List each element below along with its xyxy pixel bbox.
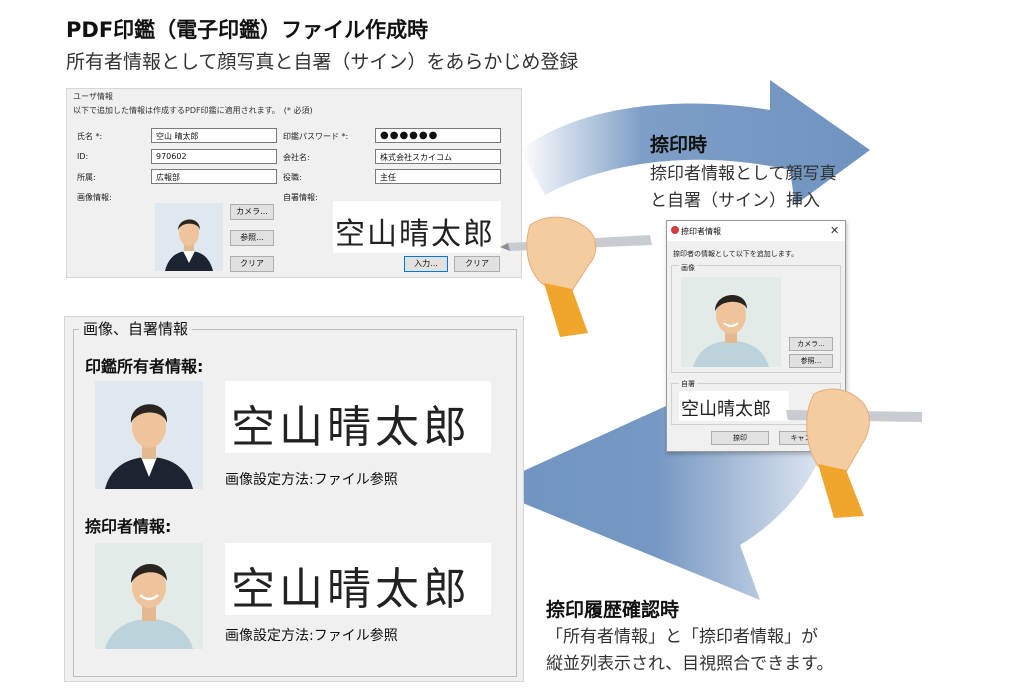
stamp-time-line2: と自署（サイン）挿入 <box>650 191 820 211</box>
dialog-browse-button[interactable]: 参照... <box>789 354 833 368</box>
history-desc: 「所有者情報」と「捺印者情報」が 縦並列表示され、目視照合できます。 <box>546 624 833 678</box>
position-field[interactable]: 主任 <box>375 169 501 184</box>
hand-pen-illustration <box>500 216 652 337</box>
dialog-signature-box: 空山晴太郎 <box>679 391 789 421</box>
history-title: 捺印履歴確認時 <box>546 599 680 621</box>
close-icon[interactable]: ✕ <box>830 224 839 237</box>
image-signature-title: 画像、自署情報 <box>79 318 193 339</box>
signature-info-label: 自署情報: <box>283 193 318 202</box>
image-signature-panel: 画像、自署情報 印鑑所有者情報: 空山晴太郎 画像設定方法:ファイル参照 捺印者… <box>64 316 524 682</box>
user-info-description: 以下で追加した情報は作成するPDF印鑑に適用されます。 (* 必須) <box>73 106 313 115</box>
dialog-titlebar: 捺印者情報 ✕ <box>667 221 845 241</box>
owner-signature-text: 空山晴太郎 <box>231 402 471 453</box>
owner-info-heading: 印鑑所有者情報: <box>85 357 204 376</box>
id-field[interactable]: 970602 <box>151 149 277 164</box>
company-label: 会社名: <box>283 153 310 162</box>
dialog-camera-button[interactable]: カメラ... <box>789 337 833 351</box>
browse-button[interactable]: 参照... <box>230 230 274 246</box>
stamp-icon <box>671 226 679 234</box>
user-info-heading: ユーザ情報 <box>73 92 113 101</box>
clear-signature-button[interactable]: クリア <box>454 256 500 272</box>
camera-button[interactable]: カメラ... <box>230 204 274 220</box>
input-button[interactable]: 入力... <box>404 256 448 272</box>
user-info-panel: ユーザ情報 以下で追加した情報は作成するPDF印鑑に適用されます。 (* 必須)… <box>66 88 522 278</box>
history-line2: 縦並列表示され、目視照合できます。 <box>546 654 834 674</box>
name-label: 氏名 *: <box>77 132 103 141</box>
stamper-photo <box>95 543 203 649</box>
history-line1: 「所有者情報」と「捺印者情報」が <box>546 627 818 647</box>
dialog-signature-text: 空山晴太郎 <box>681 399 771 420</box>
owner-photo <box>95 381 203 489</box>
password-label: 印鑑パスワード *: <box>283 132 349 141</box>
stamp-time-line1: 捺印者情報として顔写真 <box>650 164 837 184</box>
owner-setting-method: 画像設定方法:ファイル参照 <box>225 472 398 488</box>
dialog-image-label: 画像 <box>679 263 697 273</box>
stamper-setting-method: 画像設定方法:ファイル参照 <box>225 628 398 644</box>
dialog-description: 捺印者の情報として以下を追加します。 <box>673 250 799 258</box>
company-field[interactable]: 株式会社スカイコム <box>375 149 501 164</box>
position-label: 役職: <box>283 173 302 182</box>
stamp-time-desc: 捺印者情報として顔写真 と自署（サイン）挿入 <box>650 161 837 215</box>
signature-preview: 空山晴太郎 <box>333 201 501 253</box>
image-info-label: 画像情報: <box>77 193 112 202</box>
dialog-stamp-button[interactable]: 捺印 <box>711 431 769 445</box>
dialog-signature-label: 自署 <box>679 379 697 389</box>
stamper-info-heading: 捺印者情報: <box>85 517 172 536</box>
stamper-signature-text: 空山晴太郎 <box>231 564 471 615</box>
hand-pen-dialog-illustration <box>786 388 922 518</box>
signature-text: 空山晴太郎 <box>335 217 495 252</box>
owner-signature: 空山晴太郎 <box>225 381 491 453</box>
name-field[interactable]: 空山 晴太郎 <box>151 128 277 143</box>
owner-photo-thumb <box>155 203 223 271</box>
stamper-signature: 空山晴太郎 <box>225 543 491 615</box>
stamp-time-title: 捺印時 <box>650 134 708 156</box>
dept-field[interactable]: 広報部 <box>151 169 277 184</box>
id-label: ID: <box>77 152 89 161</box>
password-field[interactable]: ●●●●●● <box>375 128 501 143</box>
dialog-title: 捺印者情報 <box>681 227 721 236</box>
clear-image-button[interactable]: クリア <box>230 256 274 272</box>
stamper-photo-dialog <box>681 277 781 367</box>
dept-label: 所属: <box>77 173 96 182</box>
